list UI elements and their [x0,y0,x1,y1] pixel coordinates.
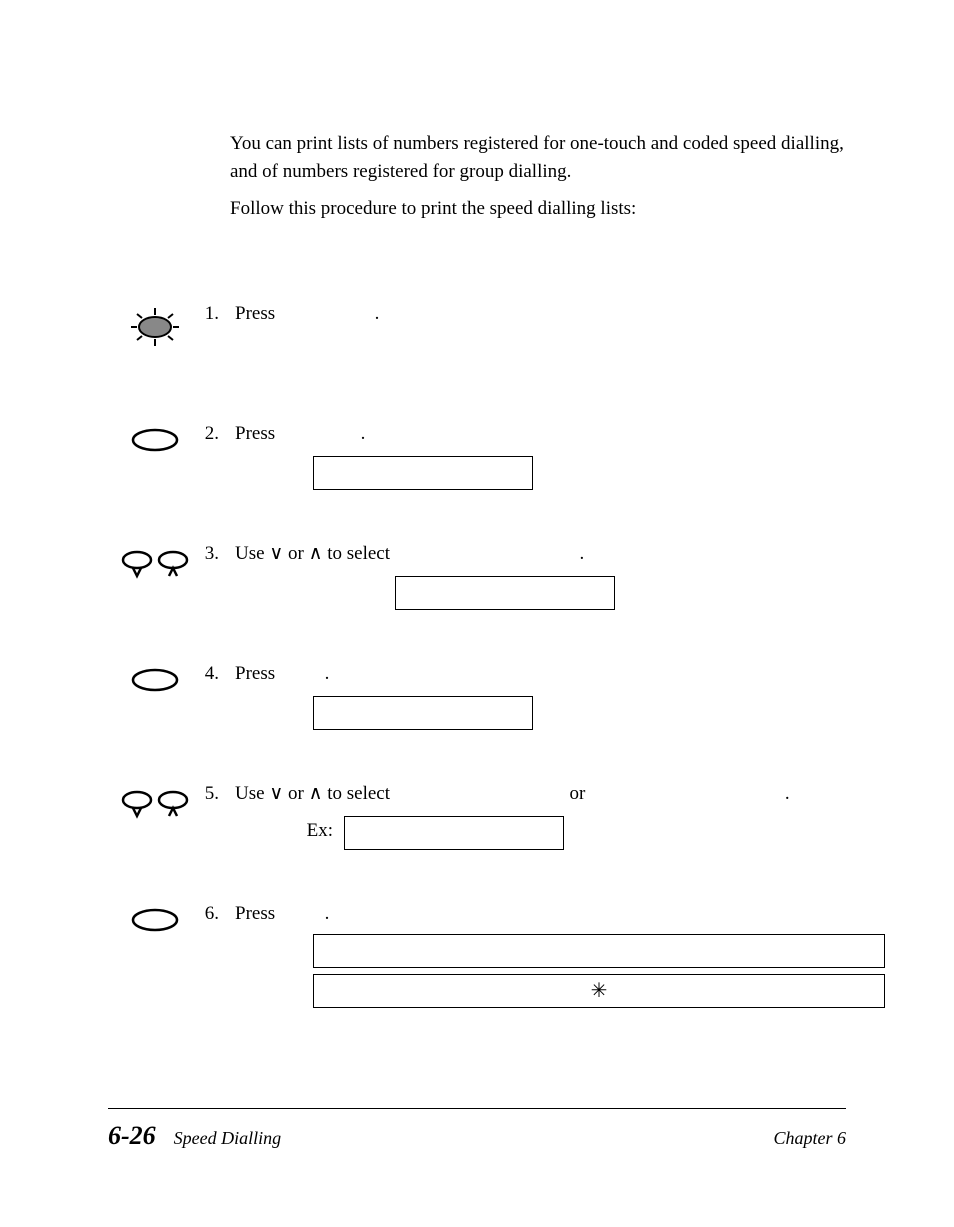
step-2: 2. Press . [115,420,885,506]
display-box: ✳ [313,974,885,1008]
down-glyph: ∨ [269,783,283,804]
button-icon [129,906,181,934]
display-box [395,576,615,610]
down-glyph: ∨ [269,543,283,564]
step-5: 5. Use ∨ or ∧ to select or . Ex: [115,780,885,866]
light-icon [125,306,185,348]
step-4: 4. Press . [115,660,885,746]
step-3: 3. Use ∨ or ∧ to select . [115,540,885,626]
step-trail: . [580,543,585,564]
intro-paragraph-1: You can print lists of numbers registere… [230,130,850,185]
footer-chapter: Chapter 6 [773,1125,846,1151]
step-trail: . [361,423,366,444]
display-box [313,456,533,490]
ex-label: Ex: [299,817,333,845]
page-number: 6-26 [108,1117,156,1155]
step-text: Press [235,903,275,924]
step-text-c: to select [322,783,390,804]
step-1: 1. Press . [115,300,885,386]
step-number: 6. [195,900,225,928]
footer-title: Speed Dialling [174,1125,281,1151]
intro-paragraph-2: Follow this procedure to print the speed… [230,195,850,223]
step-6: 6. Press . ✳ [115,900,885,1020]
step-text-b: or [283,543,308,564]
display-box [313,934,885,968]
step-text: Press [235,423,275,444]
up-glyph: ∧ [309,543,323,564]
button-icon [129,426,181,454]
step-text-b: or [283,783,308,804]
step-number: 3. [195,540,225,568]
step-trail: . [785,783,790,804]
step-text-c: to select [322,543,390,564]
step-text: Press [235,303,275,324]
button-icon [129,666,181,694]
step-number: 5. [195,780,225,808]
step-number: 1. [195,300,225,328]
step-trail: . [325,663,330,684]
display-box [344,816,564,850]
arrow-buttons-icon [119,546,191,586]
up-glyph: ∧ [309,783,323,804]
page-footer: 6-26 Speed Dialling Chapter 6 [108,1108,846,1155]
step-text-a: Use [235,783,269,804]
step-text: Press [235,663,275,684]
step-mid: or [570,783,586,804]
display-box [313,696,533,730]
arrow-buttons-icon [119,786,191,826]
step-number: 4. [195,660,225,688]
step-number: 2. [195,420,225,448]
step-trail: . [325,903,330,924]
step-trail: . [375,303,380,324]
step-text-a: Use [235,543,269,564]
